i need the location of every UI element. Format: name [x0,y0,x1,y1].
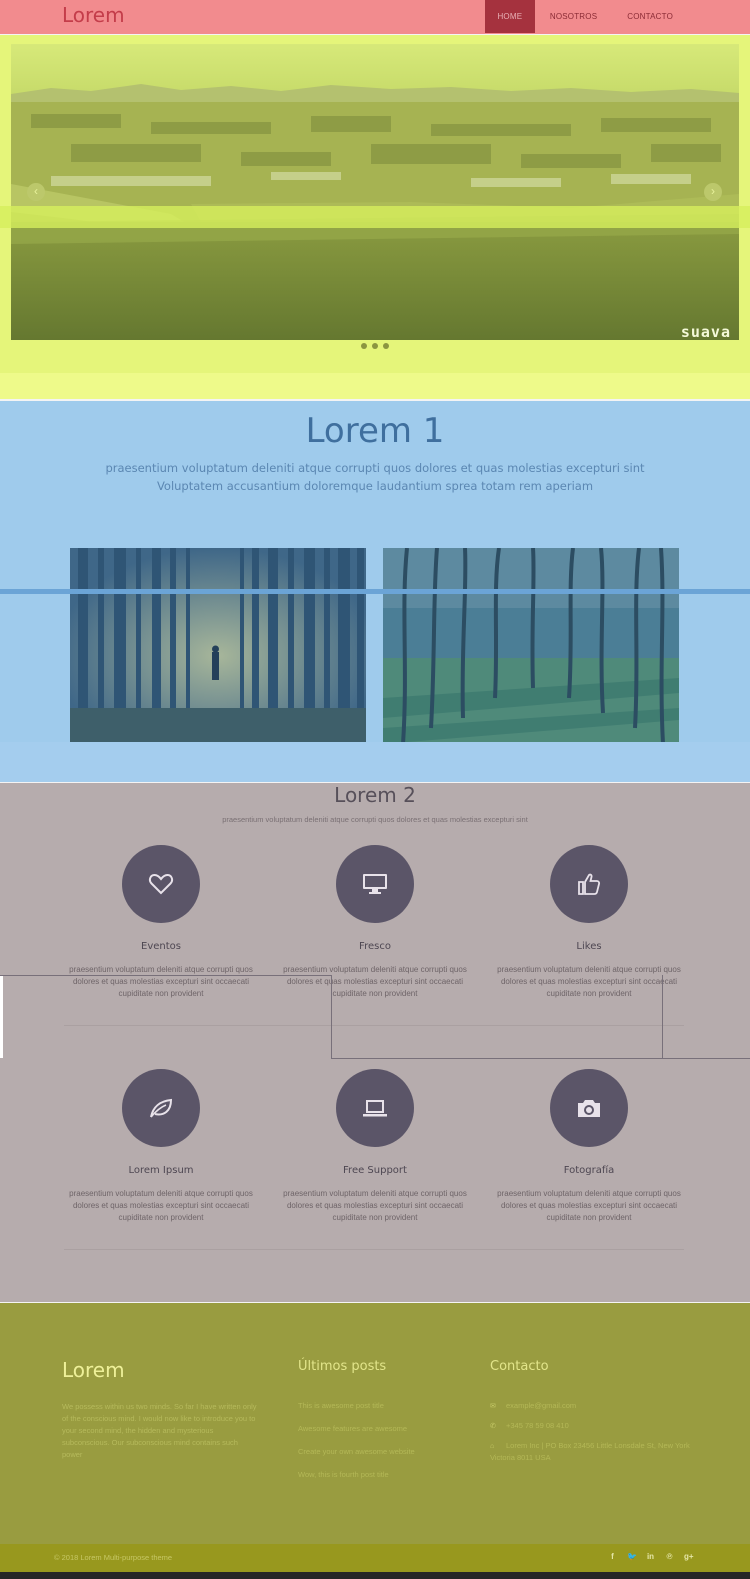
feature-fresco: Fresco praesentium voluptatum deleniti a… [270,845,480,1000]
thumbs-up-icon [578,873,601,895]
feature-text: praesentium voluptatum deleniti atque co… [69,1189,253,1222]
feature-title: Fotografía [563,1165,615,1176]
feature-icon-circle[interactable] [550,1069,628,1147]
footer-brand[interactable]: Lorem [62,1358,125,1382]
palm-forest-photo [383,548,679,744]
camera-icon [578,1100,600,1117]
feature-fotografia: Fotografía praesentium voluptatum deleni… [484,1069,694,1224]
footer-contact-heading: Contacto [490,1359,549,1374]
feature-divider [64,1249,684,1250]
phone-icon: ✆ [490,1423,496,1430]
feature-divider [64,1025,684,1026]
carousel-dot[interactable] [361,343,367,349]
heart-icon [148,873,174,895]
feature-eventos: Eventos praesentium voluptatum deleniti … [56,845,266,1000]
chevron-left-icon[interactable]: ‹ [27,183,45,201]
google-plus-icon[interactable]: g+ [684,1552,694,1563]
page-base-strip [0,1572,750,1579]
feature-lorem-ipsum: Lorem Ipsum praesentium voluptatum delen… [56,1069,266,1224]
feature-icon-circle[interactable] [336,845,414,923]
nav-home[interactable]: HOME [484,0,535,33]
contact-phone-text: +345 78 59 08 410 [506,1421,569,1430]
linkedin-icon[interactable]: in [646,1552,655,1563]
carousel-dot[interactable] [372,343,378,349]
footer-post-link[interactable]: Create your own awesome website [298,1447,415,1456]
feature-text: praesentium voluptatum deleniti atque co… [283,1189,467,1222]
footer-post-link[interactable]: Awesome features are awesome [298,1424,407,1433]
envelope-icon: ✉ [490,1403,496,1410]
overlay-edge [0,976,3,1058]
hero-slide-image: suava [11,44,739,340]
twitter-icon[interactable]: 🐦 [627,1552,637,1563]
overlay-outline [0,975,331,976]
feature-title: Eventos [141,941,181,952]
hero-watermark: suava [680,323,731,340]
main-nav: HOME NOSOTROS CONTACTO [484,0,688,33]
section-lorem-1: Lorem 1 praesentium voluptatum deleniti … [0,401,750,782]
section-subtitle: praesentium voluptatum deleniti atque co… [222,815,528,824]
contact-email-text: example@gmail.com [506,1401,577,1410]
contact-address-line1: Lorem Inc | PO Box 23456 Little Lonsdale… [506,1441,690,1450]
contact-address: ⌂ Lorem Inc | PO Box 23456 Little Lonsdal… [490,1440,690,1463]
contact-email[interactable]: ✉ example@gmail.com [490,1400,576,1412]
footer-post-link[interactable]: Wow, this is fourth post title [298,1470,389,1479]
copyright-text: © 2018 Lorem Multi-purpose theme [54,1553,173,1562]
feature-text: praesentium voluptatum deleniti atque co… [69,965,253,998]
feature-free-support: Free Support praesentium voluptatum dele… [270,1069,480,1224]
hero-bottom-strip [0,373,750,399]
nav-nosotros[interactable]: NOSOTROS [535,0,612,33]
feature-text: praesentium voluptatum deleniti atque co… [497,1189,681,1222]
feature-title: Lorem Ipsum [128,1165,194,1176]
social-links: f 🐦 in ℗ g+ [608,1552,693,1563]
laptop-icon [363,1100,387,1117]
site-footer: Lorem We possess within us two minds. So… [0,1303,750,1544]
feature-icon-circle[interactable] [550,845,628,923]
monitor-icon [363,874,387,894]
feature-title: Likes [576,941,602,952]
chevron-right-icon[interactable]: › [704,183,722,201]
footer-about-text: We possess within us two minds. So far I… [62,1402,257,1459]
feature-icon-circle[interactable] [122,845,200,923]
top-navbar: Lorem HOME NOSOTROS CONTACTO [0,0,750,34]
hero-carousel: suava ‹ › [0,35,750,399]
footer-bottom-bar: © 2018 Lorem Multi-purpose theme f 🐦 in … [0,1544,750,1572]
overlay-outline [331,1058,750,1059]
section-subtitle: praesentium voluptatum deleniti atque co… [105,461,645,475]
contact-address-line2: Victoria 8011 USA [490,1453,551,1462]
feature-text: praesentium voluptatum deleniti atque co… [283,965,467,998]
brand-logo[interactable]: Lorem [62,3,125,27]
feature-title: Free Support [343,1165,407,1176]
hero-highlight-band [0,206,750,228]
leaf-icon [150,1098,173,1118]
facebook-icon[interactable]: f [608,1552,617,1563]
forest-person-photo [70,548,366,744]
pinterest-icon[interactable]: ℗ [665,1552,674,1563]
overlay-outline [662,975,663,1059]
nav-contacto[interactable]: CONTACTO [612,0,688,33]
section-title: Lorem 2 [334,783,416,807]
feature-icon-circle[interactable] [336,1069,414,1147]
carousel-indicators [361,343,389,349]
feature-icon-circle[interactable] [122,1069,200,1147]
home-icon: ⌂ [490,1443,495,1450]
section-title: Lorem 1 [305,411,445,451]
section-subtitle: Voluptatem accusantium doloremque laudan… [156,479,594,493]
overlay-outline [331,975,332,1059]
carousel-dot[interactable] [383,343,389,349]
footer-post-link[interactable]: This is awesome post title [298,1401,384,1410]
section-bottom-strip [0,742,750,782]
footer-posts-heading: Últimos posts [298,1359,387,1374]
section-divider-line [0,589,750,594]
feature-title: Fresco [359,941,391,952]
section-lorem-2: Lorem 2 praesentium voluptatum deleniti … [0,783,750,1302]
contact-phone[interactable]: ✆ +345 78 59 08 410 [490,1420,569,1432]
